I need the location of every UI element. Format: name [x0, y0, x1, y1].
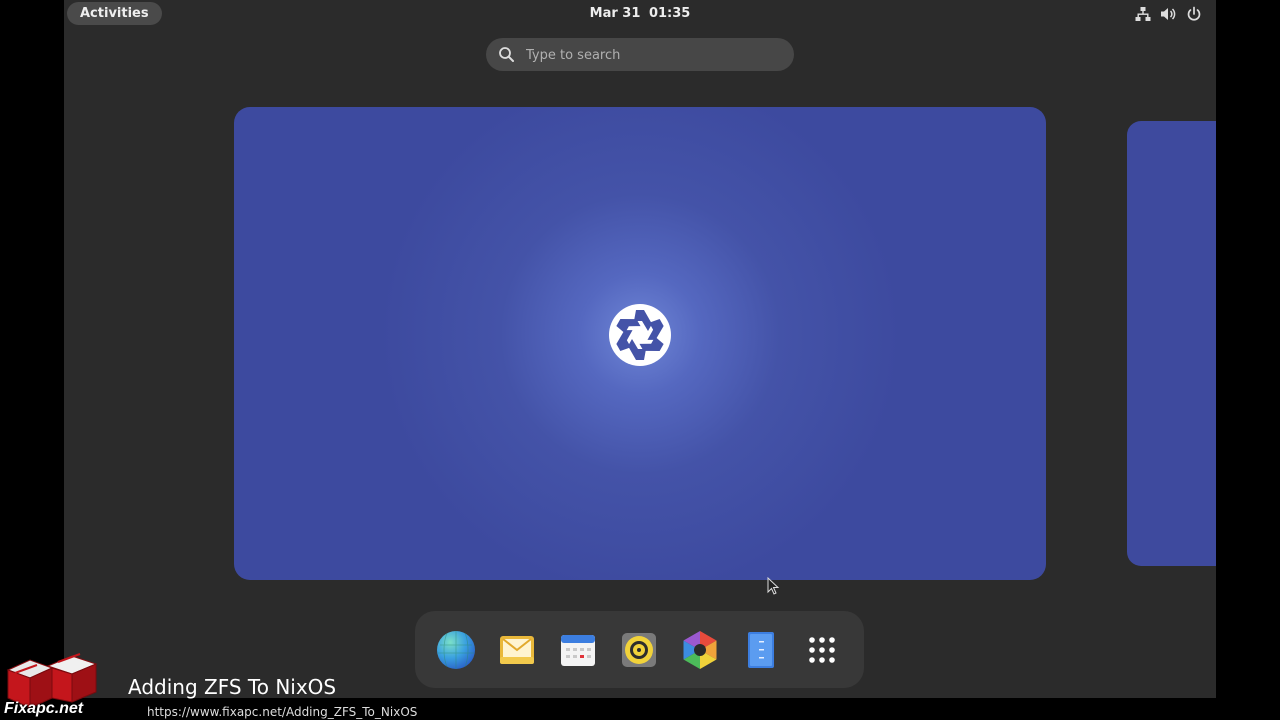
dash-dock [415, 611, 864, 688]
top-bar: Activities Mar 31 01:35 [64, 0, 1216, 27]
status-menu[interactable] [1135, 5, 1202, 23]
clock-date: Mar 31 [589, 6, 641, 21]
music-icon[interactable] [618, 629, 660, 671]
clock-time: 01:35 [648, 6, 691, 21]
clock[interactable]: Mar 31 01:35 [64, 0, 1216, 27]
mail-icon[interactable] [496, 629, 538, 671]
mouse-pointer-icon [767, 577, 780, 595]
gnome-desktop: Activities Mar 31 01:35 [64, 0, 1216, 698]
fixapc-logo-text: Fixapc.net [4, 700, 84, 717]
power-icon [1187, 6, 1201, 21]
photos-icon[interactable] [679, 629, 721, 671]
video-title: Adding ZFS To NixOS [128, 675, 337, 699]
workspace-thumbnail-current[interactable] [234, 107, 1046, 580]
workspace-thumbnail-next[interactable] [1127, 121, 1216, 566]
calendar-icon[interactable] [557, 629, 599, 671]
web-browser-icon[interactable] [435, 629, 477, 671]
app-grid-icon[interactable] [801, 629, 843, 671]
search-icon [499, 47, 514, 62]
network-icon [1135, 7, 1151, 21]
nixos-snowflake-icon [609, 304, 671, 366]
search-input[interactable] [524, 38, 778, 73]
video-url: https://www.fixapc.net/Adding_ZFS_To_Nix… [147, 705, 418, 719]
volume-icon [1161, 8, 1176, 20]
search-bar[interactable] [486, 38, 794, 73]
files-icon[interactable] [740, 629, 782, 671]
